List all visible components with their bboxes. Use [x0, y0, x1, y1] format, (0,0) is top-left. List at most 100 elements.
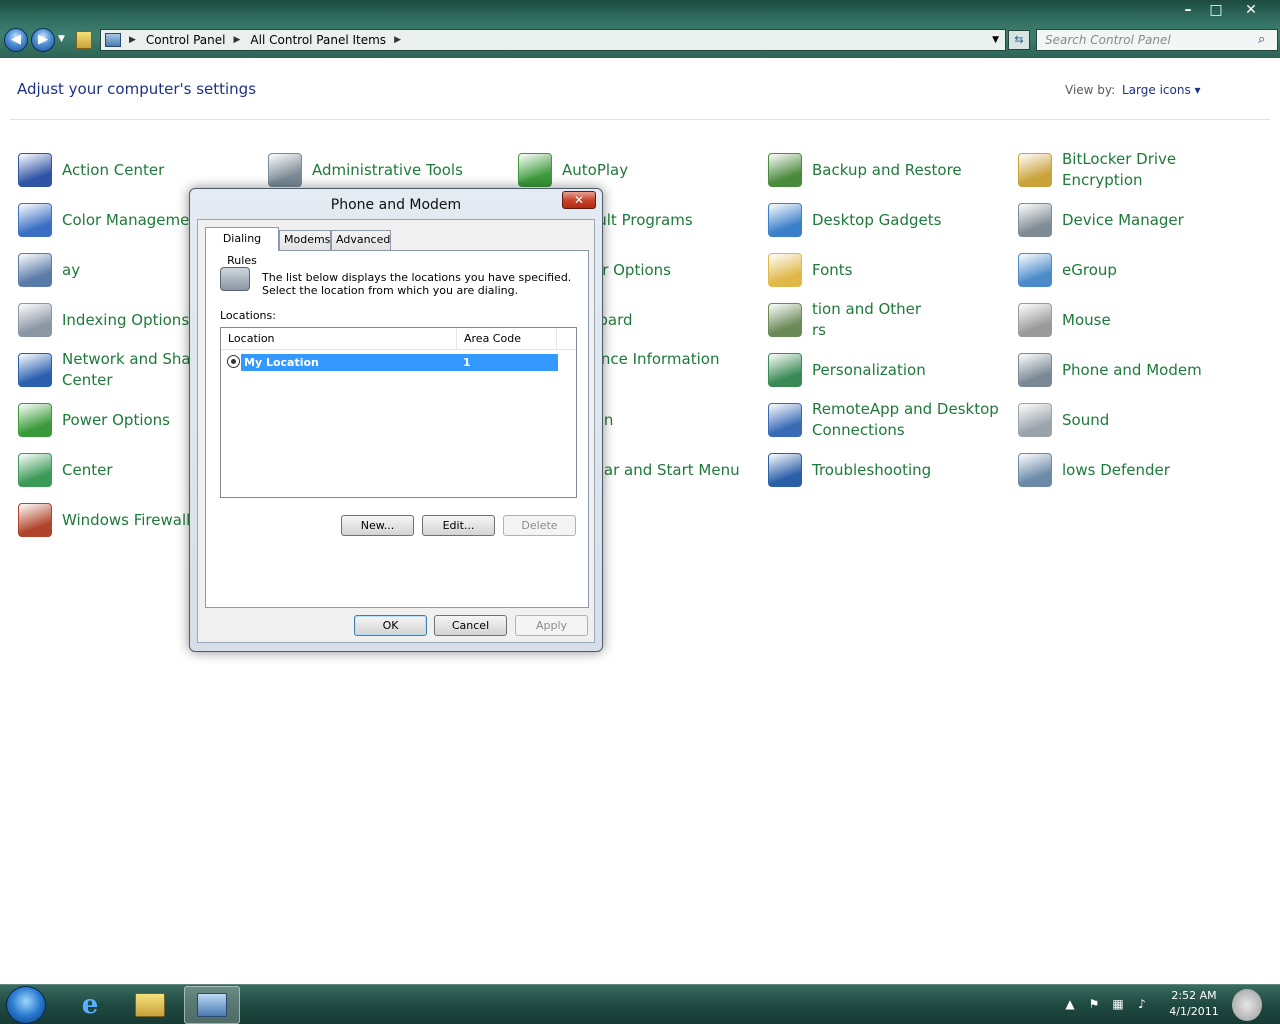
- column-header-location[interactable]: Location: [221, 328, 457, 350]
- close-button[interactable]: ✕: [1238, 0, 1264, 20]
- control-panel-item[interactable]: tion and Other rs: [768, 298, 1008, 342]
- search-icon[interactable]: ⌕: [1258, 32, 1265, 47]
- tab-dialing-rules[interactable]: Dialing Rules: [205, 227, 279, 267]
- defender-icon: [1018, 453, 1052, 487]
- key-icon: [1018, 153, 1052, 187]
- action-center-flag-icon[interactable]: ⚑: [1086, 997, 1102, 1013]
- control-panel-item[interactable]: AutoPlay: [518, 148, 758, 192]
- control-panel-item[interactable]: Personalization: [768, 348, 1008, 392]
- delete-location-button[interactable]: Delete: [503, 515, 576, 536]
- backup-icon: [768, 153, 802, 187]
- location-icon: [768, 303, 802, 337]
- location-name: My Location: [244, 356, 319, 369]
- control-panel-item[interactable]: eGroup: [1018, 248, 1258, 292]
- control-panel-item[interactable]: Backup and Restore: [768, 148, 1008, 192]
- view-by-label: View by:: [1065, 83, 1116, 97]
- control-panel-item-label: eGroup: [1062, 260, 1117, 279]
- phone-and-modem-dialog: Phone and Modem ✕ Dialing Rules Modems A…: [189, 188, 603, 652]
- mouse-icon: [1018, 303, 1052, 337]
- up-folder-icon[interactable]: [76, 31, 92, 49]
- new-location-button[interactable]: New...: [341, 515, 414, 536]
- clock-date[interactable]: 4/1/2011: [1166, 1005, 1222, 1018]
- user-avatar-icon[interactable]: [1232, 989, 1262, 1021]
- control-panel-item-label: BitLocker Drive Encryption: [1062, 150, 1177, 189]
- control-panel-item-label: Power Options: [62, 410, 170, 429]
- start-button[interactable]: [6, 986, 46, 1024]
- minimize-button[interactable]: –: [1175, 0, 1201, 20]
- locations-list[interactable]: Location Area Code My Location 1: [220, 327, 577, 498]
- control-panel-item[interactable]: Sound: [1018, 398, 1258, 442]
- refresh-icon[interactable]: ⇆: [1008, 30, 1030, 50]
- show-hidden-icons-icon[interactable]: ▲: [1062, 997, 1078, 1013]
- control-panel-item[interactable]: Mouse: [1018, 298, 1258, 342]
- control-panel-item-label: Mouse: [1062, 310, 1111, 329]
- remoteapp-icon: [768, 403, 802, 437]
- personalization-icon: [768, 353, 802, 387]
- apply-button[interactable]: Apply: [515, 615, 588, 636]
- maximize-button[interactable]: □: [1203, 0, 1229, 20]
- control-panel-item[interactable]: Phone and Modem: [1018, 348, 1258, 392]
- control-panel-item-label: Device Manager: [1062, 210, 1184, 229]
- list-header: Location Area Code: [221, 328, 576, 350]
- control-panel-taskbar-icon[interactable]: [184, 986, 240, 1024]
- control-panel-item[interactable]: RemoteApp and Desktop Connections: [768, 398, 1008, 442]
- control-panel-item-label: Phone and Modem: [1062, 360, 1202, 379]
- column-header-area-code[interactable]: Area Code: [457, 328, 557, 350]
- flag-icon: [18, 153, 52, 187]
- chevron-right-icon[interactable]: ▶: [234, 35, 241, 45]
- color-icon: [18, 203, 52, 237]
- control-panel-item-label: Backup and Restore: [812, 160, 962, 179]
- location-area-code: 1: [463, 356, 471, 369]
- back-button[interactable]: ◀: [4, 28, 28, 52]
- control-panel-item[interactable]: Troubleshooting: [768, 448, 1008, 492]
- chevron-right-icon[interactable]: ▶: [129, 35, 136, 45]
- cancel-button[interactable]: Cancel: [434, 615, 507, 636]
- clock-time[interactable]: 2:52 AM: [1166, 989, 1222, 1002]
- control-panel-item-label: ay: [62, 260, 81, 279]
- control-panel-item-label: tion and Other rs: [812, 300, 922, 339]
- internet-explorer-icon[interactable]: e: [62, 986, 118, 1024]
- recent-pages-icon[interactable]: ▼: [58, 34, 65, 44]
- edit-location-button[interactable]: Edit...: [422, 515, 495, 536]
- breadcrumb-control-panel[interactable]: Control Panel: [146, 33, 226, 47]
- autoplay-icon: [518, 153, 552, 187]
- control-panel-item[interactable]: Action Center: [18, 148, 258, 192]
- control-panel-item-label: Personalization: [812, 360, 926, 379]
- tab-advanced[interactable]: Advanced: [331, 230, 391, 250]
- taskbar: e ▲ ⚑ ▦ ♪ 2:52 AM 4/1/2011: [0, 984, 1280, 1024]
- control-panel-item-label: Troubleshooting: [812, 460, 932, 479]
- control-panel-item[interactable]: Device Manager: [1018, 198, 1258, 242]
- address-bar[interactable]: ▶ Control Panel ▶ All Control Panel Item…: [100, 29, 1006, 51]
- windows-explorer-icon[interactable]: [122, 986, 178, 1024]
- breadcrumb-all-items[interactable]: All Control Panel Items: [250, 33, 386, 47]
- control-panel-item-label: Sound: [1062, 410, 1110, 429]
- control-panel-item[interactable]: BitLocker Drive Encryption: [1018, 148, 1258, 192]
- firewall-icon: [18, 503, 52, 537]
- forward-button[interactable]: ▶: [31, 28, 55, 52]
- control-panel-item[interactable]: Fonts: [768, 248, 1008, 292]
- phone-icon: [1018, 353, 1052, 387]
- dialog-close-button[interactable]: ✕: [562, 191, 596, 209]
- tab-modems[interactable]: Modems: [279, 230, 331, 250]
- location-radio[interactable]: [227, 355, 240, 368]
- control-panel-item[interactable]: lows Defender: [1018, 448, 1258, 492]
- control-panel-item-label: AutoPlay: [562, 160, 629, 179]
- control-panel-item-label: Center: [62, 460, 113, 479]
- dialog-title: Phone and Modem: [330, 197, 462, 213]
- control-panel-item[interactable]: Administrative Tools: [268, 148, 508, 192]
- control-panel-item-label: Windows Firewall: [62, 510, 191, 529]
- control-panel-item[interactable]: Desktop Gadgets: [768, 198, 1008, 242]
- control-panel-item-label: Color Managemen: [62, 210, 199, 229]
- search-input[interactable]: Search Control Panel: [1036, 29, 1278, 51]
- volume-icon[interactable]: ♪: [1134, 997, 1150, 1013]
- gadgets-icon: [768, 203, 802, 237]
- control-panel-item-label: RemoteApp and Desktop Connections: [812, 400, 999, 439]
- location-row[interactable]: My Location 1: [241, 354, 558, 371]
- ok-button[interactable]: OK: [354, 615, 427, 636]
- chevron-right-icon[interactable]: ▶: [394, 35, 401, 45]
- address-dropdown-icon[interactable]: ▼: [992, 35, 999, 45]
- control-panel-item-label: Fonts: [812, 260, 853, 279]
- network-tray-icon[interactable]: ▦: [1110, 997, 1126, 1013]
- speaker-icon: [1018, 403, 1052, 437]
- view-by-dropdown[interactable]: Large icons ▾: [1122, 83, 1201, 97]
